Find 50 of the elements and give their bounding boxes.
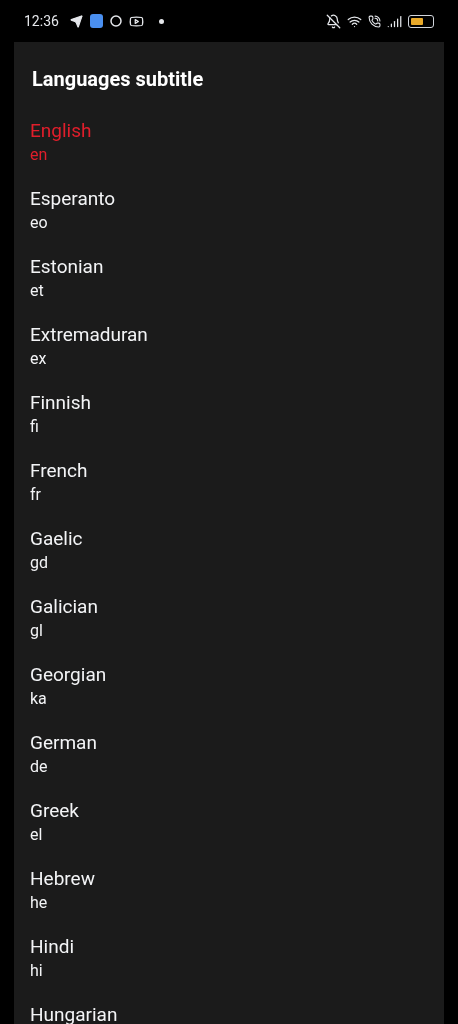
language-code: en bbox=[30, 144, 49, 166]
language-name: Finnish bbox=[30, 391, 92, 415]
language-name: Hindi bbox=[30, 935, 75, 959]
wifi-icon bbox=[347, 13, 362, 29]
language-code: ex bbox=[30, 348, 48, 370]
language-name: Extremaduran bbox=[30, 323, 149, 347]
language-item[interactable]: Esperanto eo bbox=[14, 183, 444, 251]
language-code: fi bbox=[30, 416, 40, 438]
language-code: fr bbox=[30, 484, 42, 506]
language-code: ka bbox=[30, 688, 48, 710]
language-item[interactable]: Extremaduran ex bbox=[14, 319, 444, 387]
language-item[interactable]: French fr bbox=[14, 455, 444, 523]
language-name: Gaelic bbox=[30, 527, 84, 551]
dialog-title: Languages subtitle bbox=[31, 66, 205, 93]
language-item[interactable]: Galician gl bbox=[14, 591, 444, 659]
language-item[interactable]: Hebrew he bbox=[14, 863, 444, 931]
status-time: 12:36 bbox=[24, 11, 59, 31]
language-name: Georgian bbox=[30, 663, 108, 687]
language-name: Esperanto bbox=[30, 187, 117, 211]
language-item[interactable]: Finnish fi bbox=[14, 387, 444, 455]
bell-off-icon bbox=[326, 13, 341, 29]
phone-icon bbox=[368, 14, 381, 28]
language-code: eo bbox=[30, 212, 49, 234]
language-name: French bbox=[30, 459, 89, 483]
language-name: Hebrew bbox=[30, 867, 96, 891]
language-item[interactable]: Greek el bbox=[14, 795, 444, 863]
language-item[interactable]: Estonian et bbox=[14, 251, 444, 319]
signal-icon bbox=[387, 13, 402, 29]
language-code: hi bbox=[30, 960, 44, 982]
language-code: el bbox=[30, 824, 44, 846]
app-icon bbox=[89, 14, 103, 28]
language-code: et bbox=[30, 280, 45, 302]
language-item[interactable]: Georgian ka bbox=[14, 659, 444, 727]
language-item[interactable]: German de bbox=[14, 727, 444, 795]
battery-icon bbox=[408, 14, 434, 28]
paper-plane-icon bbox=[69, 14, 83, 28]
language-code: gl bbox=[30, 620, 44, 642]
language-item[interactable]: Gaelic gd bbox=[14, 523, 444, 591]
language-name: English bbox=[30, 119, 93, 143]
language-code: he bbox=[30, 892, 49, 914]
language-code: gd bbox=[30, 552, 49, 574]
play-icon bbox=[128, 13, 144, 29]
language-code: de bbox=[30, 756, 49, 778]
language-name: Estonian bbox=[30, 255, 105, 279]
language-item[interactable]: Hindi hi bbox=[14, 931, 444, 999]
language-name: German bbox=[30, 731, 98, 755]
language-name: Greek bbox=[30, 799, 80, 823]
circle-icon bbox=[109, 15, 122, 27]
language-name: Galician bbox=[30, 595, 99, 619]
language-item[interactable]: English en bbox=[14, 115, 444, 183]
